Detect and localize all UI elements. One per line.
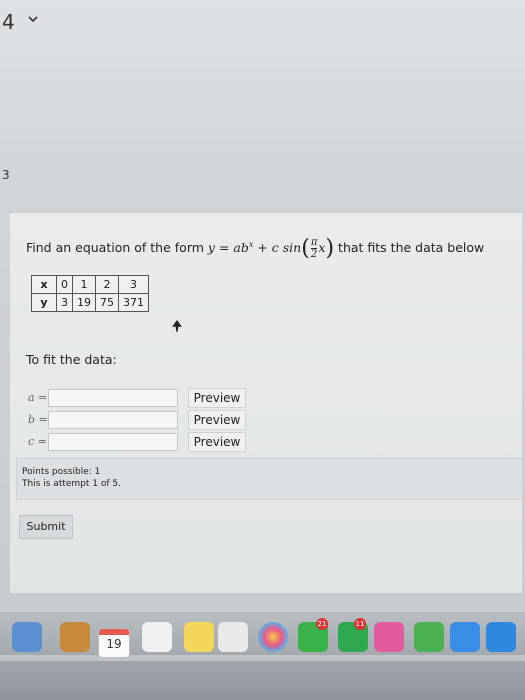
tab-indicator[interactable]: 4 xyxy=(2,10,15,34)
table-cell: 2 xyxy=(95,275,119,294)
table-cell: 19 xyxy=(72,293,96,312)
preview-b-button[interactable]: Preview xyxy=(188,410,246,430)
table-header-x: x xyxy=(31,275,57,294)
preview-c-button[interactable]: Preview xyxy=(188,432,246,452)
submit-button[interactable]: Submit xyxy=(19,515,73,539)
answer-b-input[interactable] xyxy=(48,411,178,429)
label-c: c = xyxy=(28,435,47,448)
answer-c-input[interactable] xyxy=(48,433,178,451)
table-cell: 371 xyxy=(118,293,149,312)
table-cell: 75 xyxy=(95,293,119,312)
fraction-numerator: π xyxy=(310,237,318,248)
fit-label: To fit the data: xyxy=(26,352,117,367)
label-a: a = xyxy=(28,391,48,404)
preview-a-button[interactable]: Preview xyxy=(188,388,246,408)
calendar-day: 19 xyxy=(106,637,122,651)
equation-sin-term: + c sin xyxy=(257,240,302,255)
mouse-cursor-icon xyxy=(172,320,182,332)
messages-badge: 21 xyxy=(316,618,328,630)
table-cell: 3 xyxy=(56,293,73,312)
reminders-app-icon[interactable] xyxy=(218,622,248,652)
keynote-app-icon[interactable] xyxy=(450,622,480,652)
table-row-x: x 0 1 2 3 xyxy=(31,275,149,294)
photos-app-icon[interactable] xyxy=(258,622,288,652)
app-store-icon[interactable] xyxy=(486,622,516,652)
stickies-app-icon[interactable] xyxy=(184,622,214,652)
left-paren: ( xyxy=(301,236,310,261)
table-row-y: y 3 19 75 371 xyxy=(31,293,149,312)
browser-top-area xyxy=(0,0,525,150)
preview-app-icon[interactable] xyxy=(12,622,42,652)
contacts-app-icon[interactable] xyxy=(60,622,90,652)
notes-app-icon[interactable] xyxy=(142,622,172,652)
points-possible: Points possible: 1 xyxy=(22,467,101,477)
question-suffix: that fits the data below xyxy=(338,240,485,255)
label-b: b = xyxy=(28,413,48,426)
answer-a-input[interactable] xyxy=(48,389,178,407)
equation-fraction: π2 xyxy=(310,237,318,260)
dock-shelf xyxy=(0,655,525,661)
table-header-y: y xyxy=(31,293,57,312)
question-prefix: Find an equation of the form xyxy=(26,240,204,255)
edge-mark: 3 xyxy=(2,168,10,182)
right-paren: ) xyxy=(325,236,335,261)
data-table: x 0 1 2 3 y 3 19 75 371 xyxy=(31,275,149,312)
attempt-count: This is attempt 1 of 5. xyxy=(22,479,121,489)
equation-exponent: x xyxy=(248,239,254,249)
question-text: Find an equation of the form y = abx + c… xyxy=(26,236,484,261)
fraction-denominator: 2 xyxy=(310,248,318,260)
attempt-info: Points possible: 1 This is attempt 1 of … xyxy=(22,466,121,490)
numbers-app-icon[interactable] xyxy=(414,622,444,652)
calendar-app-icon[interactable]: 19 xyxy=(98,628,130,658)
itunes-app-icon[interactable] xyxy=(374,622,404,652)
equation-lhs: y = ab xyxy=(207,240,249,255)
facetime-badge: 11 xyxy=(354,618,366,630)
table-cell: 3 xyxy=(118,275,149,294)
chevron-down-icon[interactable] xyxy=(28,14,38,24)
table-cell: 1 xyxy=(72,275,96,294)
table-cell: 0 xyxy=(56,275,73,294)
